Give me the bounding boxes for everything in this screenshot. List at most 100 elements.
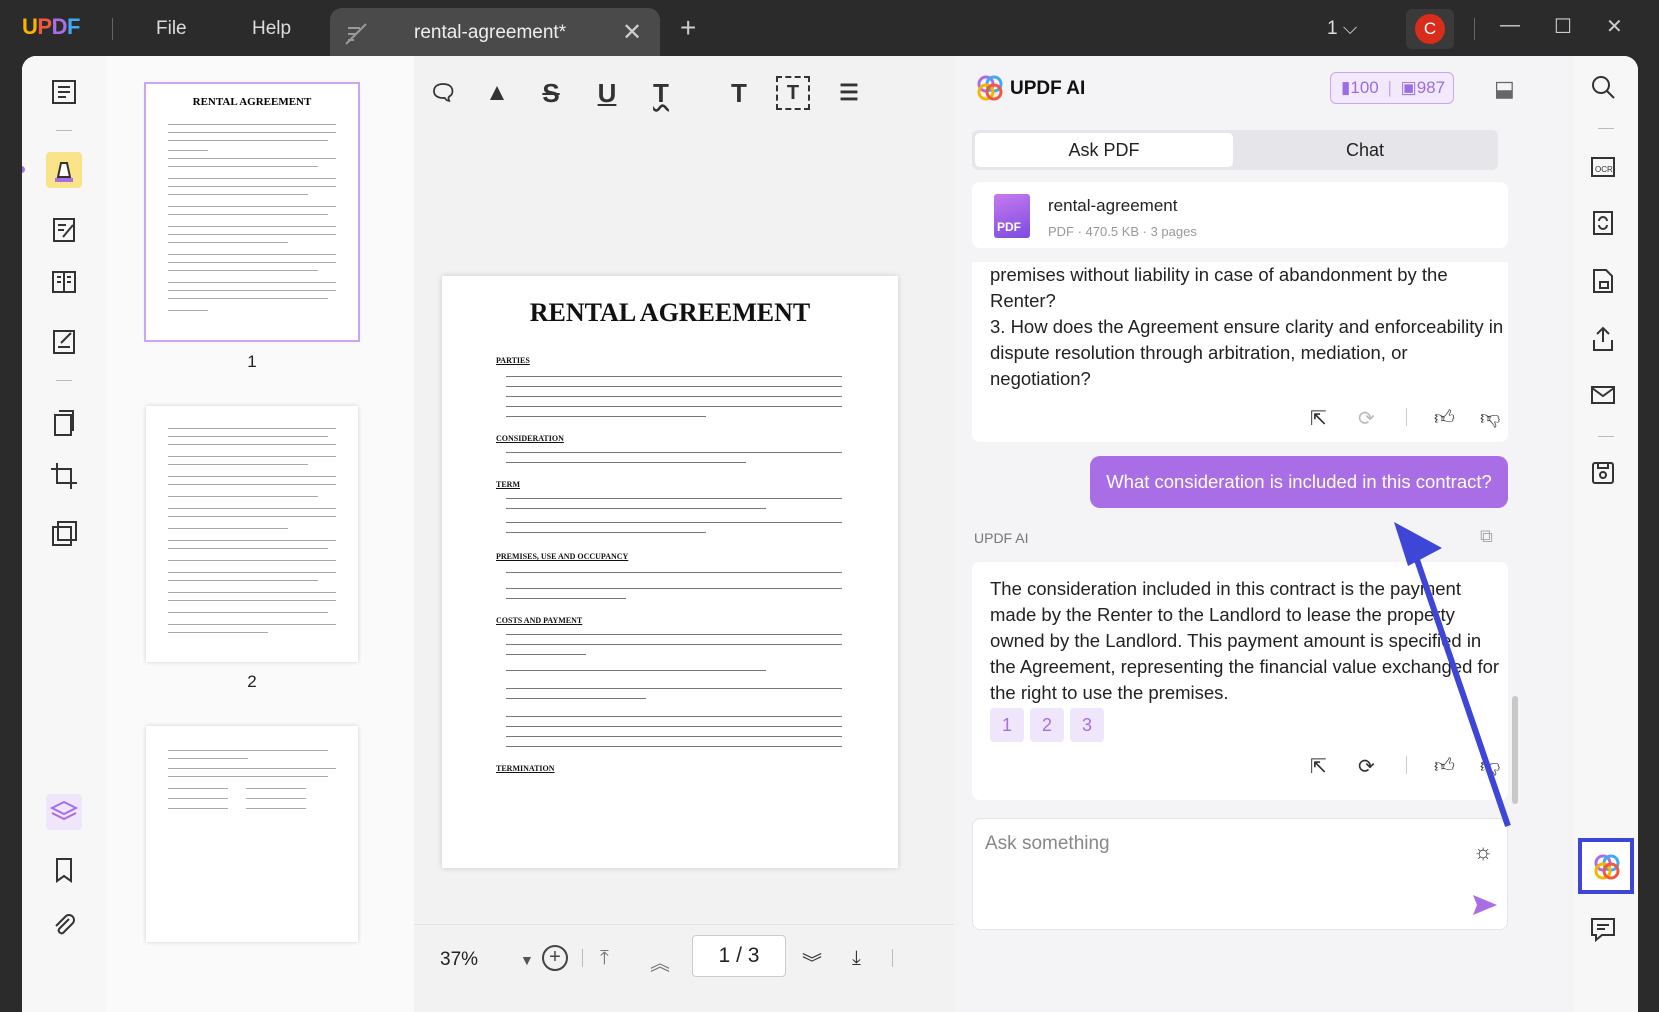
export-icon[interactable]: ⇱ [1310,406,1327,431]
sticky-note-icon[interactable]: 🗨 [426,76,460,110]
thumbs-down-icon[interactable]: 👎︎ [1480,754,1500,778]
avatar: C [1415,14,1445,44]
last-page-icon[interactable]: ⤓ [852,947,861,970]
maximize-icon[interactable]: ☐ [1554,14,1572,39]
menu-file[interactable]: File [156,18,187,40]
squiggly-icon[interactable]: T [644,76,678,110]
save-icon[interactable] [1588,458,1624,494]
new-tab-icon[interactable]: + [680,12,696,44]
divider [1598,436,1614,437]
tab-title: rental-agreement* [414,22,567,43]
edit-pdf-icon[interactable] [46,212,82,248]
ai-panel-title: UPDF AI [1010,78,1086,99]
first-page-icon[interactable]: ⤒ [600,947,609,970]
tab-edit-icon [345,23,367,45]
divider [582,949,583,967]
divider [1474,18,1475,40]
thumbs-up-icon[interactable]: 👍︎ [1434,754,1455,778]
regenerate-icon[interactable]: ⟳ [1358,406,1375,431]
highlight-icon[interactable]: ▲ [480,76,514,110]
copy-icon[interactable]: ⧉ [1480,526,1493,547]
organize-pages-icon[interactable] [46,264,82,300]
section-heading: PARTIES [496,356,530,365]
thumbs-down-icon[interactable]: 👎︎ [1480,406,1500,430]
avatar-container[interactable]: C [1406,9,1454,49]
menu-help[interactable]: Help [252,18,291,40]
scrollbar[interactable] [1512,696,1518,804]
reader-mode-icon[interactable] [46,74,82,110]
ask-input[interactable] [985,833,1425,855]
section-heading: CONSIDERATION [496,434,564,443]
ai-answer-card: The consideration included in this contr… [972,562,1508,800]
updf-ai-logo-icon [977,75,1003,101]
thumbs-up-icon[interactable]: 👍︎ [1434,406,1455,430]
reference-page-2[interactable]: 2 [1030,708,1064,742]
file-info-card: PDF rental-agreement PDF · 470.5 KB · 3 … [972,182,1508,248]
pdf-page: RENTAL AGREEMENT PARTIES CONSIDERATION T… [442,276,898,868]
right-toolbar: OCR [1574,56,1638,1012]
reference-page-1[interactable]: 1 [990,708,1024,742]
thumbnail-page-number: 2 [247,672,257,691]
tab-chat[interactable]: Chat [1236,133,1494,167]
thumbnail-page-1[interactable]: RENTAL AGREEMENT [144,82,360,342]
section-heading: TERM [496,480,520,489]
pdf-file-icon: PDF [994,194,1030,238]
strikethrough-icon[interactable]: S [534,76,568,110]
export-icon[interactable]: ⇱ [1310,754,1327,779]
crop-icon[interactable] [46,458,82,494]
email-icon[interactable] [1588,380,1624,416]
comment-highlight-icon[interactable] [46,152,82,188]
layers-icon[interactable] [46,794,82,830]
protect-document-icon[interactable] [1588,266,1624,302]
section-heading: PREMISES, USE AND OCCUPANCY [496,552,629,561]
thumbnail-page-3[interactable] [146,726,358,942]
section-heading: TERMINATION [496,764,555,773]
credits-badge[interactable]: ▮100 | ▣987 [1330,72,1454,104]
document-title: RENTAL AGREEMENT [529,298,811,327]
tab-close-icon[interactable]: ✕ [622,18,642,47]
ask-input-box: ☼ [972,818,1508,930]
page-tools-icon[interactable] [46,406,82,442]
thumbnail-panel: RENTAL AGREEMENT 1 2 [106,56,414,1012]
page-indicator[interactable]: 1 ⌵ [1327,18,1357,40]
convert-icon[interactable] [1588,208,1624,244]
next-page-icon[interactable]: ︾ [802,947,822,976]
chat-credit-icon: ▣ [1400,78,1417,97]
text-box-icon[interactable]: T [776,76,810,110]
document-view: 🗨 ▲ S U T T T ☰ RENTAL AGREEMENT PARTIES… [414,56,954,1012]
text-comment-icon[interactable]: T [722,76,756,110]
attachment-icon[interactable] [46,908,82,944]
regenerate-icon[interactable]: ⟳ [1358,754,1375,779]
page-navigation-bar: 37% ▼ + ⤒ ︽ 1 / 3 ︾ ⤓ [414,924,954,1012]
share-icon[interactable] [1588,324,1624,360]
fill-sign-icon[interactable] [46,324,82,360]
zoom-level[interactable]: 37% ▼ [440,949,534,971]
minimize-icon[interactable]: — [1500,14,1520,37]
divider [1598,128,1614,129]
search-icon[interactable] [1588,72,1624,108]
svg-text:OCR: OCR [1595,165,1613,174]
protect-icon[interactable] [46,516,82,552]
prompt-suggestion-icon[interactable]: ☼ [1473,839,1493,865]
updf-ai-panel: UPDF AI ▮100 | ▣987 ⬓ Ask PDF Chat PDF r… [954,56,1574,1012]
send-icon[interactable] [1471,893,1499,917]
comments-icon[interactable] [1588,914,1624,950]
zoom-in-icon[interactable]: + [542,945,568,971]
document-tab[interactable]: rental-agreement* ✕ [330,8,660,58]
updf-ai-button[interactable] [1578,838,1634,894]
previous-page-icon[interactable]: ︽ [650,947,670,976]
divider [1406,756,1407,774]
tab-ask-pdf[interactable]: Ask PDF [975,133,1233,167]
close-window-icon[interactable]: ✕ [1606,14,1623,39]
ai-sender-label: UPDF AI [974,530,1029,546]
bookmark-icon[interactable] [46,852,82,888]
file-name: rental-agreement [1048,196,1178,215]
divider [1406,408,1407,426]
underline-icon[interactable]: U [590,76,624,110]
ocr-icon[interactable]: OCR [1588,152,1624,188]
page-number-field[interactable]: 1 / 3 [692,935,786,977]
thumbnail-page-2[interactable] [146,406,358,662]
reference-page-3[interactable]: 3 [1070,708,1104,742]
text-callout-icon[interactable]: ☰ [832,76,866,110]
pin-icon[interactable]: ⬓ [1494,76,1515,102]
